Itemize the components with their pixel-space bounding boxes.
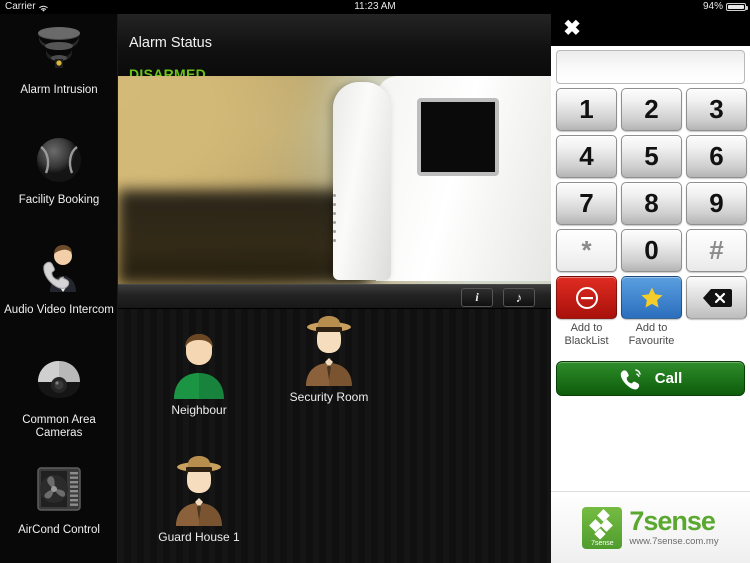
key-5[interactable]: 5 [621, 135, 682, 178]
intercom-handset [333, 82, 391, 280]
key-7[interactable]: 7 [556, 182, 617, 225]
sidebar-item-label: Facility Booking [18, 194, 100, 206]
sidebar-item-label: Common Area Cameras [22, 414, 96, 439]
blacklist-label-line1: Add to [570, 322, 603, 334]
video-counter-shadow [118, 190, 370, 284]
brand-mark-text: 7sense [591, 539, 614, 547]
video-toolbar: i ♪ [118, 284, 551, 309]
close-icon[interactable]: ✖ [561, 18, 583, 40]
key-9[interactable]: 9 [686, 182, 747, 225]
dialer-body: 1 2 3 4 5 6 7 8 9 * 0 # Add to BlackList… [551, 46, 750, 348]
favourite-label-line1: Add to [635, 322, 668, 334]
blacklist-label: Add to BlackList [556, 322, 617, 348]
siren-icon [30, 22, 88, 78]
call-button[interactable]: Call [556, 361, 745, 396]
guard-avatar [294, 314, 364, 386]
intercom-video-feed[interactable] [118, 76, 551, 284]
dial-number-input[interactable] [556, 50, 745, 84]
add-to-favourite-button[interactable] [621, 276, 682, 319]
dialer-panel: ✖ 1 2 3 4 5 6 7 8 9 * 0 # Add to BlackLi… [551, 14, 750, 563]
sidebar-item-label: AirCond Control [18, 524, 100, 536]
key-star[interactable]: * [556, 229, 617, 272]
key-8[interactable]: 8 [621, 182, 682, 225]
sidebar-item-alarm-intrusion[interactable]: Alarm Intrusion [0, 14, 118, 124]
keypad-grid: 1 2 3 4 5 6 7 8 9 * 0 # [556, 88, 747, 272]
page-title: Alarm Status [129, 35, 212, 51]
air-conditioner-fan-icon [30, 462, 88, 518]
phone-icon [620, 368, 641, 389]
status-bar: Carrier 11:23 AM 94% [0, 0, 750, 14]
tennis-ball-icon [30, 132, 88, 188]
7sense-logo-icon: 7sense [582, 506, 623, 549]
dialer-titlebar: ✖ [551, 14, 750, 46]
dome-camera-icon [30, 352, 88, 408]
battery-percent-label: 94% [702, 1, 723, 12]
sidebar-item-common-area-cameras[interactable]: Common Area Cameras [0, 344, 118, 454]
intercom-speaker-holes [333, 194, 337, 242]
contact-item-security-room[interactable]: Security Room [266, 314, 392, 404]
info-button[interactable]: i [461, 288, 493, 307]
guard-avatar [164, 454, 234, 526]
brand-url: www.7sense.com.my [629, 536, 719, 548]
main-content: Alarm Status DISARMED i ♪ Neighbour Secu… [118, 14, 551, 563]
contact-item-neighbour[interactable]: Neighbour [136, 327, 262, 417]
contact-label: Neighbour [171, 403, 227, 417]
backspace-label [686, 322, 747, 348]
star-icon [641, 287, 662, 307]
page-header: Alarm Status DISARMED [118, 14, 551, 82]
sidebar: Alarm Intrusion Facility Booking Audio V… [0, 14, 118, 563]
key-4[interactable]: 4 [556, 135, 617, 178]
key-hash[interactable]: # [686, 229, 747, 272]
call-label: Call [654, 370, 683, 387]
status-bar-right: 94% [702, 0, 748, 14]
resident-avatar [164, 327, 234, 399]
key-6[interactable]: 6 [686, 135, 747, 178]
clock-label: 11:23 AM [354, 1, 396, 12]
intercom-device-body [376, 76, 551, 281]
person-phone-icon [30, 242, 88, 298]
dialer-actions [556, 276, 747, 319]
block-circle-icon [575, 286, 598, 309]
sidebar-item-aircond-control[interactable]: AirCond Control [0, 454, 118, 563]
add-to-blacklist-button[interactable] [556, 276, 617, 319]
favourite-label-line2: Favourite [628, 335, 675, 347]
intercom-device-screen [417, 98, 499, 176]
music-button[interactable]: ♪ [503, 288, 535, 307]
sidebar-item-facility-booking[interactable]: Facility Booking [0, 124, 118, 234]
contact-label: Security Room [289, 390, 369, 404]
favourite-label: Add to Favourite [621, 322, 682, 348]
backspace-button[interactable] [686, 276, 747, 319]
contacts-grid: Neighbour Security Room Guard House 1 [118, 309, 551, 563]
contact-label: Guard House 1 [158, 530, 240, 544]
brand-text: 7sense www.7sense.com.my [629, 508, 718, 547]
call-button-wrap: Call [551, 361, 750, 396]
sidebar-item-label: Alarm Intrusion [20, 84, 98, 96]
sidebar-item-label: Audio Video Intercom [4, 304, 114, 316]
sidebar-item-audio-video-intercom[interactable]: Audio Video Intercom [0, 234, 118, 344]
app-root: Carrier 11:23 AM 94% Alarm Intrusion Fac… [0, 0, 750, 563]
brand-name: 7sense [629, 506, 716, 537]
backspace-icon [702, 288, 732, 307]
battery-icon [726, 3, 748, 11]
brand-banner: 7sense 7sense www.7sense.com.my [551, 491, 750, 563]
contact-item-guard-house-1[interactable]: Guard House 1 [136, 454, 262, 544]
key-2[interactable]: 2 [621, 88, 682, 131]
key-0[interactable]: 0 [621, 229, 682, 272]
blacklist-label-line2: BlackList [564, 335, 609, 347]
key-3[interactable]: 3 [686, 88, 747, 131]
dialer-action-labels: Add to BlackList Add to Favourite [556, 322, 745, 348]
key-1[interactable]: 1 [556, 88, 617, 131]
